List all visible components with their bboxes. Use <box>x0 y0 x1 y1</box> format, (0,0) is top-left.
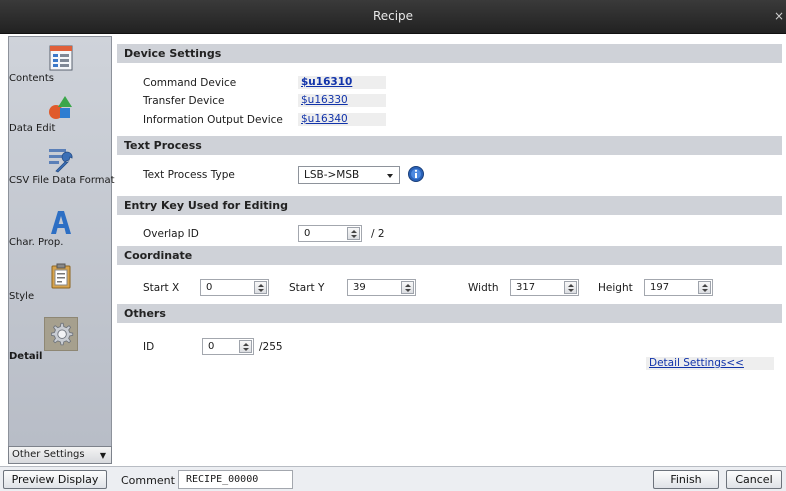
info-output-device-label: Information Output Device <box>143 114 283 126</box>
spin-arrows-icon[interactable] <box>347 227 360 240</box>
sidebar-item-label: Char. Prop. <box>9 237 64 248</box>
stepper-value: 0 <box>206 282 213 293</box>
shapes-icon <box>49 96 72 119</box>
overlap-id-max: / 2 <box>371 228 385 240</box>
text-process-type-select[interactable]: LSB->MSB <box>298 166 400 184</box>
sidebar-item-label: Detail <box>9 351 43 362</box>
sidebar-item-label: Contents <box>9 73 54 84</box>
sidebar-item-contents[interactable]: Contents <box>9 43 113 84</box>
stepper-value: 317 <box>516 282 536 293</box>
width-stepper[interactable]: 317 <box>510 279 579 296</box>
start-x-stepper[interactable]: 0 <box>200 279 269 296</box>
footer-bar: Preview Display Comment RECIPE_00000 Fin… <box>0 466 786 491</box>
main-panel: Device Settings Command Device $u16310 T… <box>114 36 786 464</box>
start-x-label: Start X <box>143 282 180 294</box>
info-icon[interactable] <box>407 165 425 183</box>
spin-arrows-icon[interactable] <box>698 281 711 294</box>
detail-settings-link[interactable]: Detail Settings<< <box>646 357 774 370</box>
id-stepper[interactable]: 0 <box>202 338 254 355</box>
height-stepper[interactable]: 197 <box>644 279 713 296</box>
id-label: ID <box>143 341 155 353</box>
preview-display-button[interactable]: Preview Display <box>3 470 107 489</box>
start-y-label: Start Y <box>289 282 325 294</box>
spin-arrows-icon[interactable] <box>564 281 577 294</box>
section-header-text-process: Text Process <box>117 136 782 155</box>
window-title: Recipe <box>372 9 414 23</box>
wrench-icon <box>49 149 73 173</box>
gear-icon <box>50 322 74 346</box>
section-header-entry-key: Entry Key Used for Editing <box>117 196 782 215</box>
sidebar-item-char-prop[interactable]: Char. Prop. <box>9 207 113 248</box>
section-header-device-settings: Device Settings <box>117 44 782 63</box>
info-output-device-link[interactable]: $u16340 <box>298 113 386 126</box>
section-header-others: Others <box>117 304 782 323</box>
stepper-value: 0 <box>304 228 311 239</box>
sidebar-item-detail[interactable]: Detail <box>9 317 113 362</box>
height-label: Height <box>598 282 633 294</box>
sidebar-item-csv-file-data-format[interactable]: CSV File Data Format <box>9 145 115 186</box>
other-settings-label: Other Settings <box>12 449 85 460</box>
spin-arrows-icon[interactable] <box>254 281 267 294</box>
transfer-device-link[interactable]: $u16330 <box>298 94 386 107</box>
clipboard-icon <box>51 263 71 289</box>
selection-highlight <box>44 317 78 351</box>
stepper-value: 197 <box>650 282 670 293</box>
sidebar-item-label: Data Edit <box>9 123 56 134</box>
text-process-type-label: Text Process Type <box>143 169 235 181</box>
title-bar: Recipe × <box>0 0 786 34</box>
id-max: /255 <box>259 341 283 353</box>
command-device-label: Command Device <box>143 77 237 89</box>
spin-arrows-icon[interactable] <box>239 340 252 353</box>
letter-a-icon <box>51 211 71 234</box>
sidebar-item-data-edit[interactable]: Data Edit <box>9 93 113 134</box>
transfer-device-label: Transfer Device <box>143 95 225 107</box>
comment-label: Comment <box>121 474 175 487</box>
comment-input[interactable]: RECIPE_00000 <box>178 470 293 489</box>
sidebar-item-label: CSV File Data Format <box>9 175 115 186</box>
sidebar: Contents Data Edit CSV File Data Format … <box>8 36 115 462</box>
stepper-value: 39 <box>353 282 366 293</box>
chevron-down-icon: ▼ <box>99 451 106 460</box>
stepper-value: 0 <box>208 341 215 352</box>
sidebar-item-label: Style <box>9 291 35 302</box>
spin-arrows-icon[interactable] <box>401 281 414 294</box>
command-device-link[interactable]: $u16310 <box>298 76 386 89</box>
cancel-button[interactable]: Cancel <box>726 470 782 489</box>
chevron-down-icon <box>387 174 393 178</box>
close-icon[interactable]: × <box>774 9 784 23</box>
overlap-id-label: Overlap ID <box>143 228 199 240</box>
section-header-coordinate: Coordinate <box>117 246 782 265</box>
other-settings-dropdown[interactable]: Other Settings ▼ <box>8 446 112 464</box>
width-label: Width <box>468 282 499 294</box>
contents-icon <box>49 45 73 71</box>
finish-button[interactable]: Finish <box>653 470 719 489</box>
start-y-stepper[interactable]: 39 <box>347 279 416 296</box>
overlap-id-stepper[interactable]: 0 <box>298 225 362 242</box>
sidebar-item-style[interactable]: Style <box>9 261 113 302</box>
select-value: LSB->MSB <box>304 169 360 181</box>
